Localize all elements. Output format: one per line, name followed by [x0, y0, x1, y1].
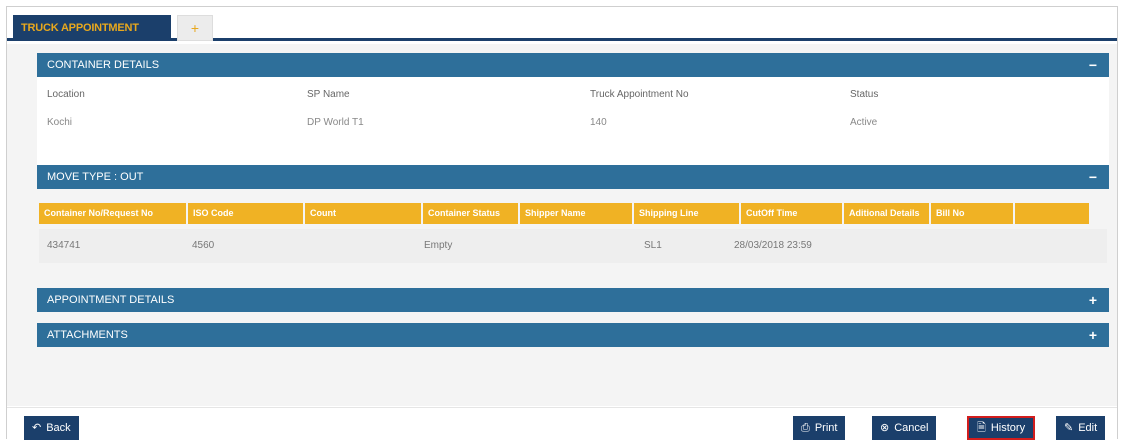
cancel-button[interactable]: ⊗ Cancel: [872, 416, 937, 440]
shipping-line-cell: SL1: [644, 240, 662, 251]
iso-code-cell: 4560: [192, 240, 215, 251]
edit-label: Edit: [1078, 422, 1098, 434]
expand-icon[interactable]: +: [1089, 288, 1097, 312]
container-details-title: CONTAINER DETAILS: [47, 59, 160, 71]
appointment-details-header[interactable]: APPOINTMENT DETAILS +: [37, 288, 1109, 312]
table-row[interactable]: 434741 4560 Empty SL1 28/03/2018 23:59: [39, 229, 1107, 263]
status-label: Status: [850, 89, 879, 100]
status-value: Active: [850, 117, 878, 128]
back-arrow-icon: ↶: [32, 422, 42, 434]
location-label: Location: [47, 89, 85, 100]
column-header: [1015, 203, 1089, 224]
column-header[interactable]: ISO Code: [188, 203, 303, 224]
collapse-icon[interactable]: −: [1089, 53, 1097, 77]
move-type-title: MOVE TYPE : OUT: [47, 171, 144, 183]
appointment-details-title: APPOINTMENT DETAILS: [47, 294, 175, 306]
expand-icon[interactable]: +: [1089, 323, 1097, 347]
history-document-icon: 🗎: [977, 422, 986, 434]
column-header[interactable]: Count: [305, 203, 421, 224]
history-label: History: [990, 422, 1026, 434]
tab-truck-appointment[interactable]: TRUCK APPOINTMENT: [13, 15, 171, 41]
location-value: Kochi: [47, 117, 73, 128]
move-type-header[interactable]: MOVE TYPE : OUT −: [37, 165, 1109, 189]
print-button[interactable]: ⎙ Print: [793, 416, 846, 440]
attachments-title: ATTACHMENTS: [47, 329, 128, 341]
pencil-icon: ✎: [1064, 422, 1074, 434]
back-button[interactable]: ↶ Back: [24, 416, 79, 440]
attachments-header[interactable]: ATTACHMENTS +: [37, 323, 1109, 347]
cancel-label: Cancel: [894, 422, 929, 434]
column-header[interactable]: Shipper Name: [520, 203, 632, 224]
main-content: CONTAINER DETAILS − Location Kochi SP Na…: [7, 44, 1117, 406]
move-grid-header: Container No/Request No ISO Code Count C…: [39, 203, 1107, 224]
column-header[interactable]: Container No/Request No: [39, 203, 186, 224]
tab-bar: TRUCK APPOINTMENT +: [7, 7, 1117, 41]
container-details-body: Location Kochi SP Name DP World T1 Truck…: [37, 77, 1109, 167]
container-no-cell: 434741: [47, 240, 81, 251]
container-status-cell: Empty: [424, 240, 453, 251]
cancel-icon: ⊗: [880, 422, 890, 434]
printer-icon: ⎙: [801, 422, 810, 434]
back-label: Back: [46, 422, 71, 434]
column-header[interactable]: Container Status: [423, 203, 518, 224]
add-tab-button[interactable]: +: [177, 15, 213, 41]
history-button[interactable]: 🗎 History: [967, 416, 1036, 440]
truck-appointment-no-label: Truck Appointment No: [590, 89, 689, 100]
column-header[interactable]: Bill No: [931, 203, 1013, 224]
column-header[interactable]: Aditional Details: [844, 203, 929, 224]
app-frame: TRUCK APPOINTMENT + CONTAINER DETAILS − …: [6, 6, 1118, 440]
column-header[interactable]: Shipping Line: [634, 203, 739, 224]
sp-name-label: SP Name: [307, 89, 350, 100]
column-header[interactable]: CutOff Time: [741, 203, 842, 224]
truck-appointment-no-value: 140: [590, 117, 607, 128]
print-label: Print: [814, 422, 838, 434]
sp-name-value: DP World T1: [307, 117, 364, 128]
action-footer: ↶ Back ⎙ Print ⊗ Cancel 🗎 History ✎ Edit: [7, 407, 1117, 440]
container-details-header[interactable]: CONTAINER DETAILS −: [37, 53, 1109, 77]
edit-button[interactable]: ✎ Edit: [1056, 416, 1106, 440]
cutoff-time-cell: 28/03/2018 23:59: [734, 240, 812, 251]
collapse-icon[interactable]: −: [1089, 165, 1097, 189]
